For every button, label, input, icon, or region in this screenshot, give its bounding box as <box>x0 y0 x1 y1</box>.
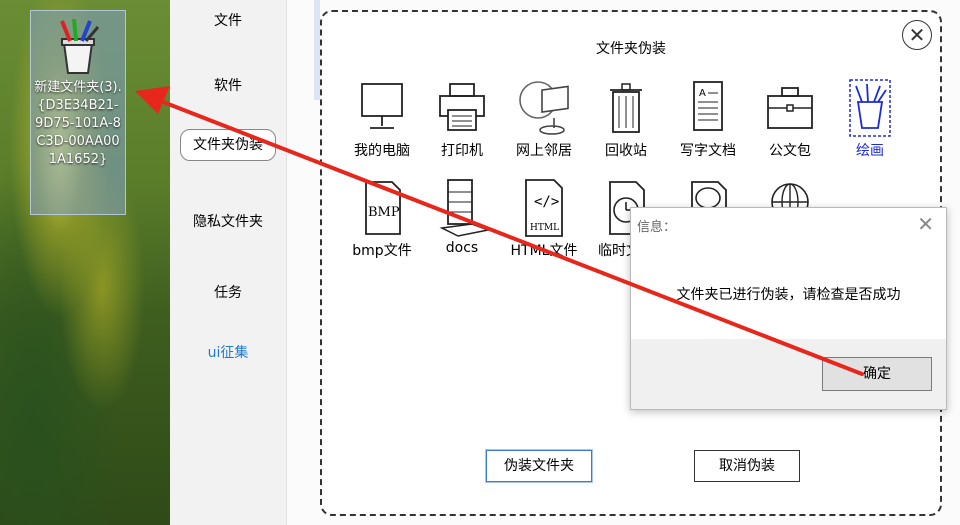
close-icon[interactable]: ✕ <box>902 20 932 50</box>
briefcase-icon <box>760 78 820 138</box>
cancel-disguise-button[interactable]: 取消伪装 <box>694 450 800 482</box>
nav-item-folder-disguise[interactable]: 文件夹伪装 <box>180 129 276 161</box>
option-label: 写字文档 <box>680 143 736 159</box>
paint-icon <box>840 78 900 138</box>
network-icon <box>514 78 574 138</box>
option-label: 公文包 <box>769 143 811 159</box>
option-briefcase[interactable]: 公文包 <box>748 78 832 160</box>
option-label: 绘画 <box>856 143 884 159</box>
left-navigation: 文件 软件 文件夹伪装 隐私文件夹 任务 ui征集 <box>170 0 287 525</box>
nav-item-software[interactable]: 软件 <box>170 75 286 95</box>
recycle-bin-icon <box>596 78 656 138</box>
document-icon: A <box>678 78 738 138</box>
option-label: 网上邻居 <box>516 143 572 159</box>
dialog-message: 文件夹已进行伪装，请检查是否成功 <box>676 287 901 303</box>
dialog-footer: 确定 <box>631 339 946 409</box>
option-my-computer[interactable]: 我的电脑 <box>340 78 424 160</box>
disguise-folder-button[interactable]: 伪装文件夹 <box>485 449 593 483</box>
option-paint[interactable]: 绘画 <box>828 78 912 160</box>
svg-text:</>: </> <box>534 194 559 210</box>
paint-icon <box>50 17 106 77</box>
nav-item-tasks[interactable]: 任务 <box>170 282 286 302</box>
html-icon: </> HTML <box>514 178 574 238</box>
svg-text:HTML: HTML <box>530 223 559 233</box>
option-html[interactable]: </> HTML HTML文件 <box>502 178 586 260</box>
panel-title: 文件夹伪装 <box>596 41 666 57</box>
svg-text:BMP: BMP <box>368 205 400 220</box>
svg-text:A: A <box>699 88 706 99</box>
option-network[interactable]: 网上邻居 <box>502 78 586 160</box>
nav-item-files[interactable]: 文件 <box>170 10 286 30</box>
desktop-folder-icon[interactable]: 新建文件夹(3).{D3E34B21-9D75-101A-8C3D-00AA00… <box>30 10 126 215</box>
bmp-icon: BMP <box>352 178 412 238</box>
option-label: docs <box>445 240 479 256</box>
dialog-title: 信息： <box>637 220 677 235</box>
message-dialog: 信息： ✕ 文件夹已进行伪装，请检查是否成功 确定 <box>630 207 947 410</box>
option-label: 打印机 <box>441 143 483 159</box>
computer-icon <box>352 78 412 138</box>
nav-item-ui-collection[interactable]: ui征集 <box>170 342 286 362</box>
printer-icon <box>432 78 492 138</box>
ok-button[interactable]: 确定 <box>822 357 932 391</box>
close-icon[interactable]: ✕ <box>917 212 934 236</box>
nav-item-private-folder[interactable]: 隐私文件夹 <box>170 211 286 231</box>
docs-icon <box>432 178 492 238</box>
desktop-background: 新建文件夹(3).{D3E34B21-9D75-101A-8C3D-00AA00… <box>0 0 170 525</box>
desktop-folder-label: 新建文件夹(3).{D3E34B21-9D75-101A-8C3D-00AA00… <box>34 80 122 167</box>
option-docs[interactable]: docs <box>420 178 504 256</box>
option-label: 回收站 <box>605 143 647 159</box>
option-label: bmp文件 <box>352 243 412 259</box>
option-label: 我的电脑 <box>354 143 410 159</box>
option-recycle-bin[interactable]: 回收站 <box>584 78 668 160</box>
option-printer[interactable]: 打印机 <box>420 78 504 160</box>
option-label: HTML文件 <box>510 243 578 259</box>
option-bmp[interactable]: BMP bmp文件 <box>340 178 424 260</box>
option-document[interactable]: A 写字文档 <box>666 78 750 160</box>
